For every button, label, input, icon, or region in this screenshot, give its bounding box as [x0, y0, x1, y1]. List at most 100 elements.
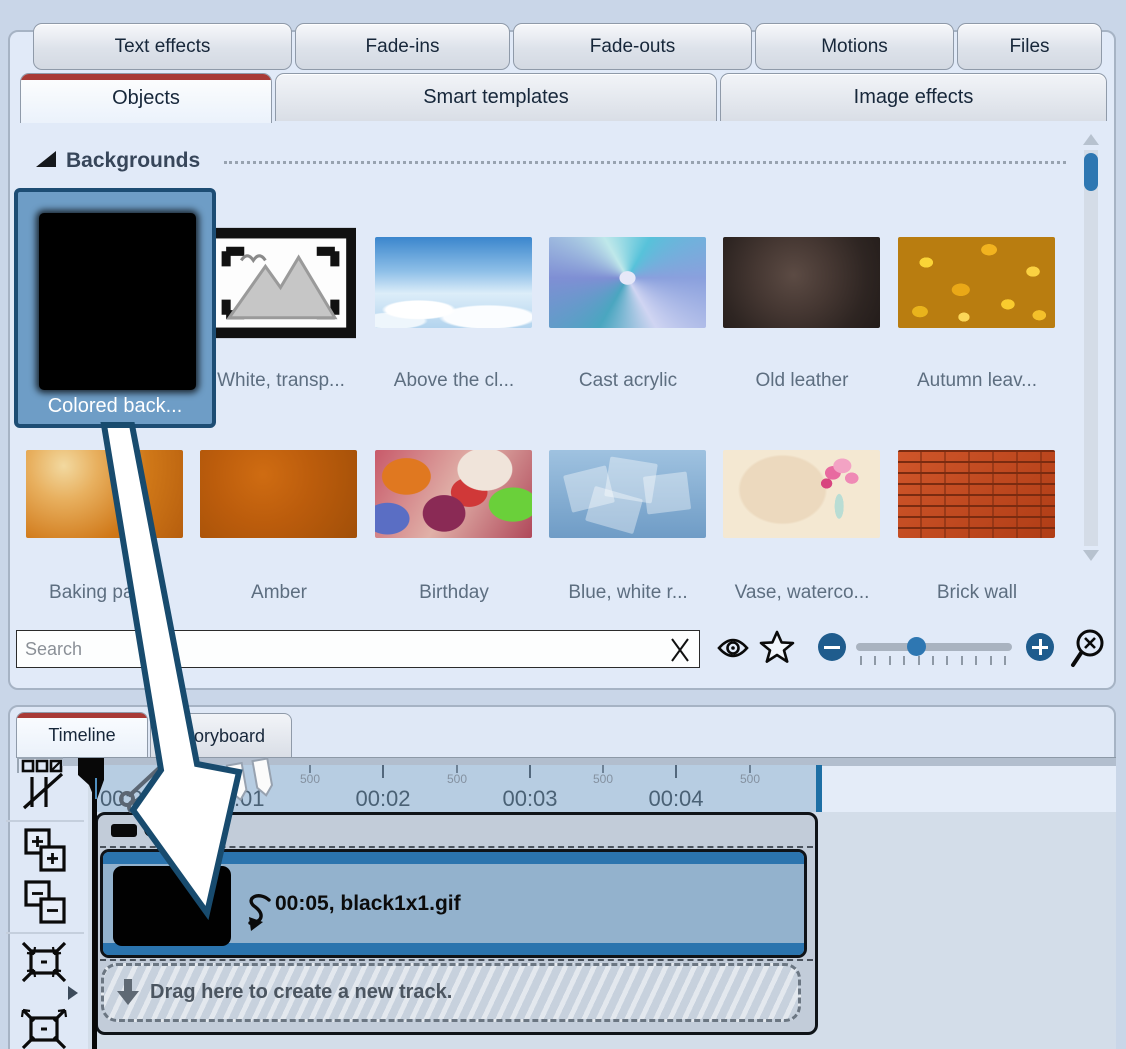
library-item-label: Brick wall: [892, 582, 1062, 604]
tab-label: Storyboard: [177, 726, 265, 747]
playhead-line[interactable]: [92, 778, 97, 1049]
ruler-major-tick: [529, 765, 531, 778]
clear-search-icon[interactable]: [668, 637, 692, 663]
eye-icon[interactable]: [716, 634, 750, 662]
old-leather-thumbnail: [723, 237, 880, 328]
application-window: Text effects Fade-ins Fade-outs Motions …: [0, 0, 1126, 1049]
library-item-label: Old leather: [717, 370, 887, 392]
reset-zoom-icon[interactable]: [1068, 627, 1110, 671]
zoom-out-button[interactable]: [818, 633, 846, 661]
tab-fade-outs[interactable]: Fade-outs: [513, 23, 752, 70]
tab-text-effects[interactable]: Text effects: [33, 23, 292, 70]
section-title: Backgrounds: [66, 149, 200, 173]
zoom-in-button[interactable]: [1026, 633, 1054, 661]
new-track-drop-zone[interactable]: Drag here to create a new track.: [101, 963, 801, 1022]
section-divider: [224, 161, 1066, 164]
library-item-label: Vase, waterco...: [717, 582, 887, 604]
ruler-overflow-area: [822, 765, 1116, 812]
tab-frame-line: [17, 757, 63, 759]
scissors-icon[interactable]: [116, 763, 168, 813]
tab-files[interactable]: Files: [957, 23, 1102, 70]
tab-objects[interactable]: Objects: [20, 73, 272, 123]
amber-thumbnail: [200, 450, 357, 538]
sky-clouds-thumbnail: [375, 237, 532, 328]
tab-label: Timeline: [48, 725, 115, 746]
dragged-item-colored-backgrounds[interactable]: Colored back...: [14, 188, 216, 428]
library-item-label: Birthday: [369, 582, 539, 604]
timeline-end-marker: [816, 765, 822, 812]
ruler-minor-label: 500: [583, 772, 623, 786]
clip-thumbnail: [113, 866, 231, 946]
track-display-mode-icon[interactable]: [20, 758, 68, 810]
birthday-gifts-thumbnail: [375, 450, 532, 538]
tab-label: Fade-outs: [590, 36, 676, 58]
library-item-label: White, transp...: [196, 370, 366, 392]
thumbnail-size-slider-thumb[interactable]: [907, 637, 926, 656]
tab-label: Files: [1009, 36, 1049, 58]
tab-fade-ins[interactable]: Fade-ins: [295, 23, 510, 70]
ruler-time-label: 00:04: [630, 786, 722, 812]
tab-label: Text effects: [115, 36, 211, 58]
vase-watercolor-thumbnail: [723, 450, 880, 538]
slider-tick-marks: [860, 656, 1006, 665]
tab-label: Motions: [821, 36, 888, 58]
favorites-star-icon[interactable]: [759, 629, 795, 665]
track-collapse-button[interactable]: [111, 824, 137, 837]
ruler-minor-label: 500: [730, 772, 770, 786]
down-arrow-icon: [114, 977, 142, 1007]
section-collapse-icon[interactable]: [36, 151, 56, 167]
black-color-thumbnail: [39, 213, 196, 390]
animation-curve-icon: [239, 892, 275, 932]
tab-frame-line: [17, 757, 19, 773]
library-scrollbar[interactable]: [1084, 150, 1098, 546]
clip-label: 00:05, black1x1.gif: [275, 852, 461, 955]
scroll-up-icon[interactable]: [1083, 134, 1099, 145]
drop-zone-label: Drag here to create a new track.: [150, 966, 452, 1019]
library-item-label: Autumn leav...: [892, 370, 1062, 392]
thumbnail-size-slider[interactable]: [856, 643, 1012, 651]
tab-label: Objects: [112, 87, 180, 110]
tab-motions[interactable]: Motions: [755, 23, 954, 70]
tab-label: Image effects: [854, 86, 974, 109]
framed-picture-thumbnail: [205, 227, 356, 339]
baking-paper-thumbnail: [26, 450, 183, 538]
tab-smart-templates[interactable]: Smart templates: [275, 73, 717, 121]
collapse-all-tracks-icon[interactable]: [24, 880, 68, 926]
expand-view-icon[interactable]: [20, 1006, 68, 1049]
tab-label: Smart templates: [423, 86, 569, 109]
scroll-down-icon[interactable]: [1083, 550, 1099, 561]
library-item-label: Blue, white r...: [543, 582, 713, 604]
ruler-minor-label: 500: [437, 772, 477, 786]
ruler-major-tick: [382, 765, 384, 778]
tab-storyboard[interactable]: Storyboard: [150, 713, 292, 758]
timeline-clip-black1x1[interactable]: 00:05, black1x1.gif: [100, 849, 807, 958]
playhead-marker[interactable]: [76, 756, 108, 804]
acrylic-swirl-thumbnail: [549, 237, 706, 328]
library-scrollbar-thumb[interactable]: [1084, 153, 1098, 191]
track-header-divider: [100, 846, 813, 848]
library-item-label: Above the cl...: [369, 370, 539, 392]
ruler-time-label: 00:03: [484, 786, 576, 812]
tab-image-effects[interactable]: Image effects: [720, 73, 1107, 121]
track-group[interactable]: C 00:05, black1x1.gif Drag here to creat…: [95, 812, 818, 1035]
library-item-label: Amber: [194, 582, 364, 604]
ruler-major-tick: [675, 765, 677, 778]
toolbar-divider: [6, 820, 84, 822]
brick-wall-thumbnail: [898, 450, 1055, 538]
ruler-time-label: 00:02: [337, 786, 429, 812]
search-input[interactable]: [16, 630, 700, 668]
shrink-view-icon[interactable]: [20, 938, 68, 986]
dragged-item-label: Colored back...: [18, 395, 212, 418]
expand-all-tracks-icon[interactable]: [24, 828, 68, 874]
tab-timeline[interactable]: Timeline: [16, 712, 148, 758]
trim-flags-icon[interactable]: [222, 757, 288, 805]
ruler-minor-label: 500: [290, 772, 330, 786]
toolbar-divider: [6, 932, 84, 934]
library-item-label: Baking paper: [20, 582, 190, 604]
flyout-arrow-icon[interactable]: [68, 986, 78, 1000]
tab-label: Fade-ins: [366, 36, 440, 58]
track-divider: [100, 959, 813, 961]
blue-white-rects-thumbnail: [549, 450, 706, 538]
track-title-partial: C: [143, 816, 160, 844]
library-item-label: Cast acrylic: [543, 370, 713, 392]
